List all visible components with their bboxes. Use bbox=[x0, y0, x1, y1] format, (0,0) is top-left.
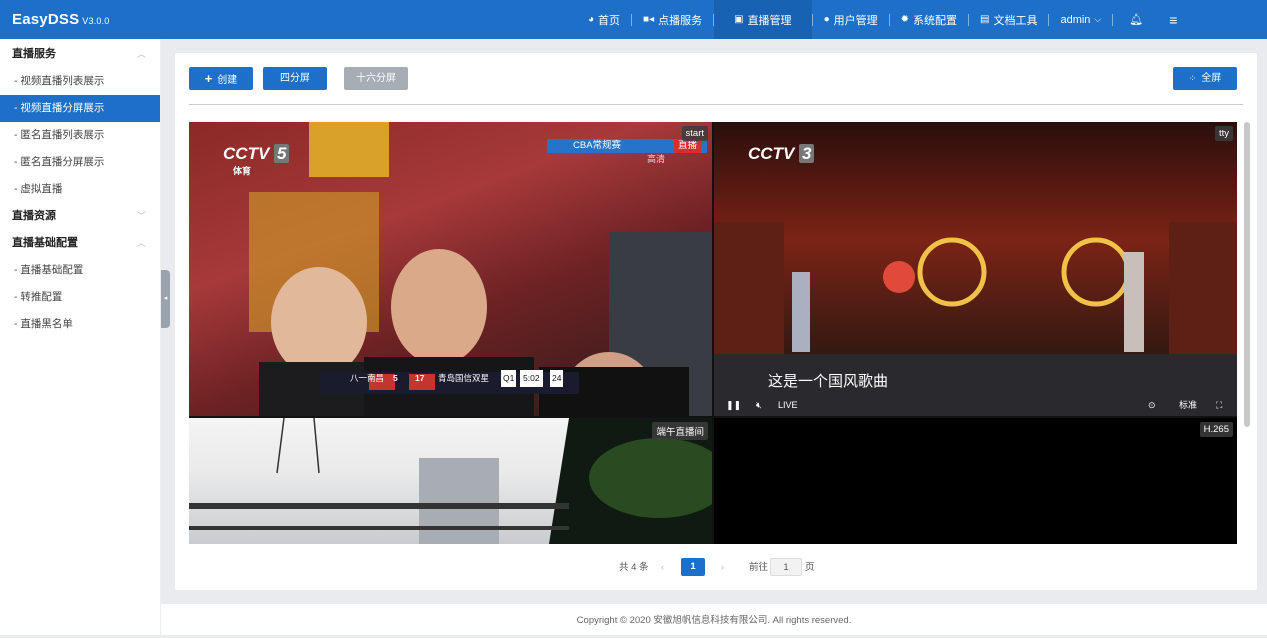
fullscreen-icon[interactable]: ⛶ bbox=[1216, 394, 1222, 416]
snapshot-icon[interactable]: ⊙ bbox=[1148, 394, 1156, 416]
chevron-up-icon: ︿ bbox=[136, 238, 146, 248]
sidebar: 直播服务 ︿ - 视频直播列表展示 - 视频直播分屏展示 - 匿名直播列表展示 -… bbox=[0, 39, 161, 635]
document-icon: ▤ bbox=[980, 14, 990, 25]
sixteen-split-button[interactable]: 十六分屏 bbox=[344, 67, 408, 90]
video-grid: CCTV 5 体育 CBA常规赛 直播 高清 八一南昌 5 17 青岛国信双星 Q… bbox=[189, 122, 1237, 544]
bell-icon: 🔔︎ bbox=[1129, 14, 1144, 26]
cctv5-sub: 体育 bbox=[233, 166, 252, 176]
hamburger-menu[interactable]: ≡ bbox=[1159, 0, 1187, 39]
menu-icon: ≡ bbox=[1169, 11, 1178, 28]
nav-live-management[interactable]: ▣ 直播管理 bbox=[714, 0, 812, 39]
cctv5-logo: CCTV 5 bbox=[223, 144, 290, 164]
chevron-left-icon: ◂ bbox=[163, 295, 168, 302]
stream-name-tag: 端午直播间 bbox=[652, 422, 708, 440]
next-page-button[interactable]: › bbox=[721, 558, 724, 578]
plus-icon: + bbox=[204, 71, 213, 86]
nav-user-management[interactable]: ● 用户管理 bbox=[813, 0, 889, 39]
nav-docs[interactable]: ▤ 文档工具 bbox=[969, 0, 1048, 39]
copyright-text: Copyright © 2020 安徽旭帆信息科技有限公司. All right… bbox=[576, 615, 852, 626]
main-panel: + 创建 四分屏 十六分屏 ⁘ 全屏 CCTV 5 体育 CBA常规赛 直播 高… bbox=[175, 53, 1257, 590]
user-menu[interactable]: admin ⌵ bbox=[1049, 0, 1112, 39]
hd-label: 高清 bbox=[647, 154, 666, 164]
prev-page-button[interactable]: ‹ bbox=[661, 558, 664, 578]
four-split-button[interactable]: 四分屏 bbox=[263, 67, 327, 90]
chevron-down-icon: ﹀ bbox=[136, 211, 146, 221]
gear-icon: ✹ bbox=[900, 14, 909, 25]
quality-select[interactable]: 标准 bbox=[1179, 394, 1197, 416]
broadcast-banner: CBA常规赛 直播 bbox=[547, 139, 707, 153]
stream-name-tag: tty bbox=[1214, 126, 1233, 141]
grid-scrollbar[interactable] bbox=[1244, 122, 1250, 427]
user-icon: ● bbox=[823, 14, 830, 25]
video-player-1[interactable]: CCTV 5 体育 CBA常规赛 直播 高清 八一南昌 5 17 青岛国信双星 Q… bbox=[189, 122, 712, 416]
chevron-up-icon: ︿ bbox=[136, 49, 146, 59]
sidebar-item-live-list[interactable]: - 视频直播列表展示 bbox=[0, 68, 160, 95]
video-player-3[interactable]: 端午直播间 bbox=[189, 418, 712, 544]
video-player-2[interactable]: CCTV 3 这是一个国风歌曲 ❚❚ 🔇︎ LIVE ⊙ 标准 ⛶ tty bbox=[714, 122, 1237, 416]
main-nav: ◕ 首页 ■◂ 点播服务 ▣ 直播管理 ● 用户管理 ✹ 系统配置 ▤ 文档工具 admin… bbox=[577, 0, 1187, 39]
page-unit-label: 页 bbox=[805, 562, 815, 573]
sidebar-collapse-handle[interactable]: ◂ bbox=[161, 270, 170, 328]
dashboard-icon: ◕ bbox=[588, 14, 595, 25]
nav-home[interactable]: ◕ 首页 bbox=[577, 0, 631, 39]
notification-bell[interactable]: 🔔︎ bbox=[1113, 0, 1159, 39]
nav-vod[interactable]: ■◂ 点播服务 bbox=[632, 0, 713, 39]
mute-icon[interactable]: 🔇︎ bbox=[756, 394, 762, 416]
stream-name-tag: start bbox=[681, 126, 708, 141]
pagination: 共 4 条 ‹ 1 › 前往 1 页 bbox=[175, 558, 1257, 578]
sidebar-group-live-config[interactable]: 直播基础配置 ︿ bbox=[0, 230, 160, 257]
total-count: 共 4 条 bbox=[619, 562, 649, 573]
subtitle-caption: 这是一个国风歌曲 bbox=[768, 373, 889, 390]
fullscreen-icon: ⁘ bbox=[1188, 73, 1197, 83]
nav-system-config[interactable]: ✹ 系统配置 bbox=[890, 0, 968, 39]
sidebar-item-virtual-live[interactable]: - 虚拟直播 bbox=[0, 176, 160, 203]
codec-tag: H.265 bbox=[1199, 422, 1233, 437]
fullscreen-button[interactable]: ⁘ 全屏 bbox=[1173, 67, 1237, 90]
sidebar-item-base-config[interactable]: - 直播基础配置 bbox=[0, 257, 160, 284]
brand-version: V3.0.0 bbox=[82, 16, 110, 26]
video-frame-window bbox=[189, 418, 712, 544]
brand-name: EasyDSS bbox=[12, 11, 80, 28]
pause-icon[interactable]: ❚❚ bbox=[726, 394, 741, 416]
cctv3-logo: CCTV 3 bbox=[748, 144, 815, 164]
goto-label: 前往 bbox=[749, 562, 769, 573]
goto-page-input[interactable]: 1 bbox=[770, 558, 802, 576]
brand-logo[interactable]: EasyDSS V3.0.0 bbox=[12, 11, 110, 28]
create-button[interactable]: + 创建 bbox=[189, 67, 253, 90]
scoreboard: 八一南昌 5 17 青岛国信双星 Q1 5:02 24 bbox=[320, 370, 580, 387]
player-controls: ❚❚ 🔇︎ LIVE ⊙ 标准 ⛶ bbox=[714, 394, 1237, 416]
video-player-4[interactable]: H.265 bbox=[714, 418, 1237, 544]
top-navbar: EasyDSS V3.0.0 ◕ 首页 ■◂ 点播服务 ▣ 直播管理 ● 用户管理 ✹ 系统… bbox=[0, 0, 1267, 39]
briefcase-icon: ▣ bbox=[734, 14, 744, 25]
sidebar-item-blacklist[interactable]: - 直播黑名单 bbox=[0, 311, 160, 338]
footer: Copyright © 2020 安徽旭帆信息科技有限公司. All right… bbox=[161, 604, 1267, 635]
sidebar-item-anon-list[interactable]: - 匿名直播列表展示 bbox=[0, 122, 160, 149]
sidebar-group-live-resources[interactable]: 直播资源 ﹀ bbox=[0, 203, 160, 230]
sidebar-item-anon-split[interactable]: - 匿名直播分屏展示 bbox=[0, 149, 160, 176]
sidebar-item-relay-config[interactable]: - 转推配置 bbox=[0, 284, 160, 311]
chevron-down-icon: ⌵ bbox=[1094, 14, 1102, 24]
sidebar-group-live-service[interactable]: 直播服务 ︿ bbox=[0, 41, 160, 68]
video-camera-icon: ■◂ bbox=[643, 14, 655, 25]
toolbar-divider bbox=[189, 104, 1243, 105]
sidebar-item-live-split[interactable]: - 视频直播分屏展示 bbox=[0, 95, 160, 122]
page-number-1[interactable]: 1 bbox=[681, 558, 705, 576]
live-label: LIVE bbox=[778, 400, 798, 410]
